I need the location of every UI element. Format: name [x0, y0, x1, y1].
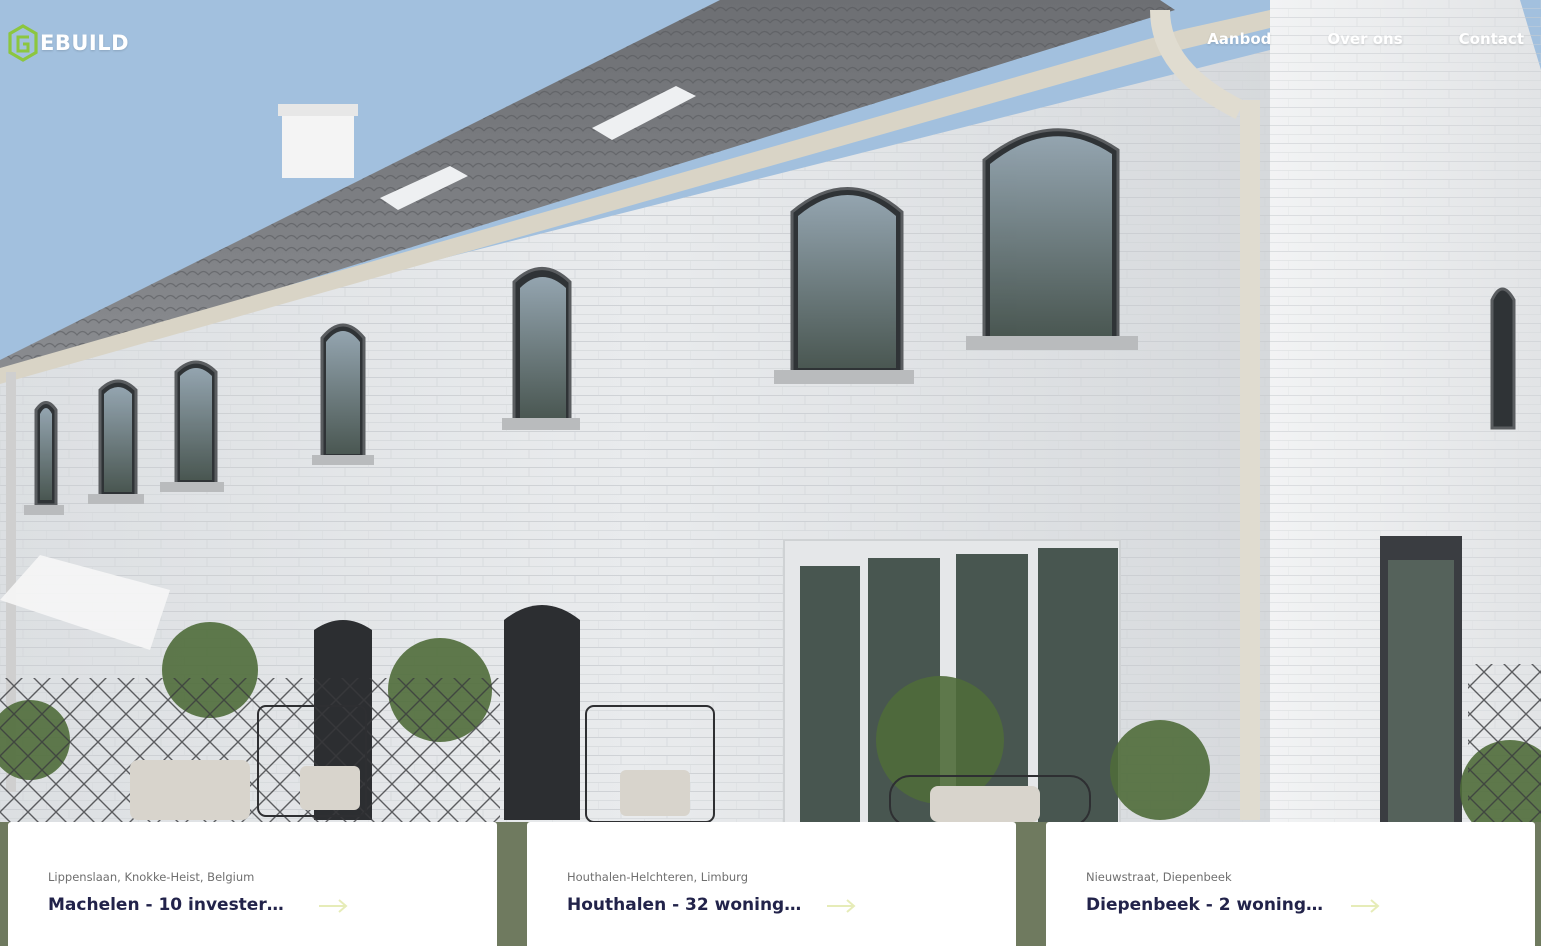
project-title[interactable]: Machelen - 10 investerin…	[48, 895, 288, 915]
project-card-diepenbeek[interactable]: Nieuwstraat, Diepenbeek Diepenbeek - 2 w…	[1046, 822, 1535, 946]
nav-link-contact[interactable]: Contact	[1459, 30, 1524, 48]
project-card-houthalen[interactable]: Houthalen-Helchteren, Limburg Houthalen …	[527, 822, 1016, 946]
nav-link-aanbod[interactable]: Aanbod	[1207, 30, 1271, 48]
project-location: Houthalen-Helchteren, Limburg	[567, 870, 749, 884]
project-cards: Lippenslaan, Knokke-Heist, Belgium Mache…	[8, 822, 1535, 946]
project-card-machelen[interactable]: Lippenslaan, Knokke-Heist, Belgium Mache…	[8, 822, 497, 946]
arrow-right-icon[interactable]	[826, 899, 856, 913]
project-location: Lippenslaan, Knokke-Heist, Belgium	[48, 870, 255, 884]
project-title[interactable]: Diepenbeek - 2 woningen	[1086, 895, 1326, 915]
arrow-right-icon[interactable]	[318, 899, 348, 913]
main-navigation: Aanbod Over ons Contact	[1207, 30, 1524, 48]
arrow-right-icon[interactable]	[1350, 899, 1380, 913]
hexagon-logo-icon	[8, 24, 38, 62]
hero-section: EBUILD Aanbod Over ons Contact Lippensla…	[0, 0, 1541, 946]
project-location: Nieuwstraat, Diepenbeek	[1086, 870, 1232, 884]
brand-logo[interactable]: EBUILD	[8, 24, 129, 62]
house-render-image	[0, 0, 1541, 946]
project-title[interactable]: Houthalen - 32 woningen	[567, 895, 807, 915]
nav-link-over-ons[interactable]: Over ons	[1327, 30, 1402, 48]
brand-name: EBUILD	[40, 31, 130, 55]
